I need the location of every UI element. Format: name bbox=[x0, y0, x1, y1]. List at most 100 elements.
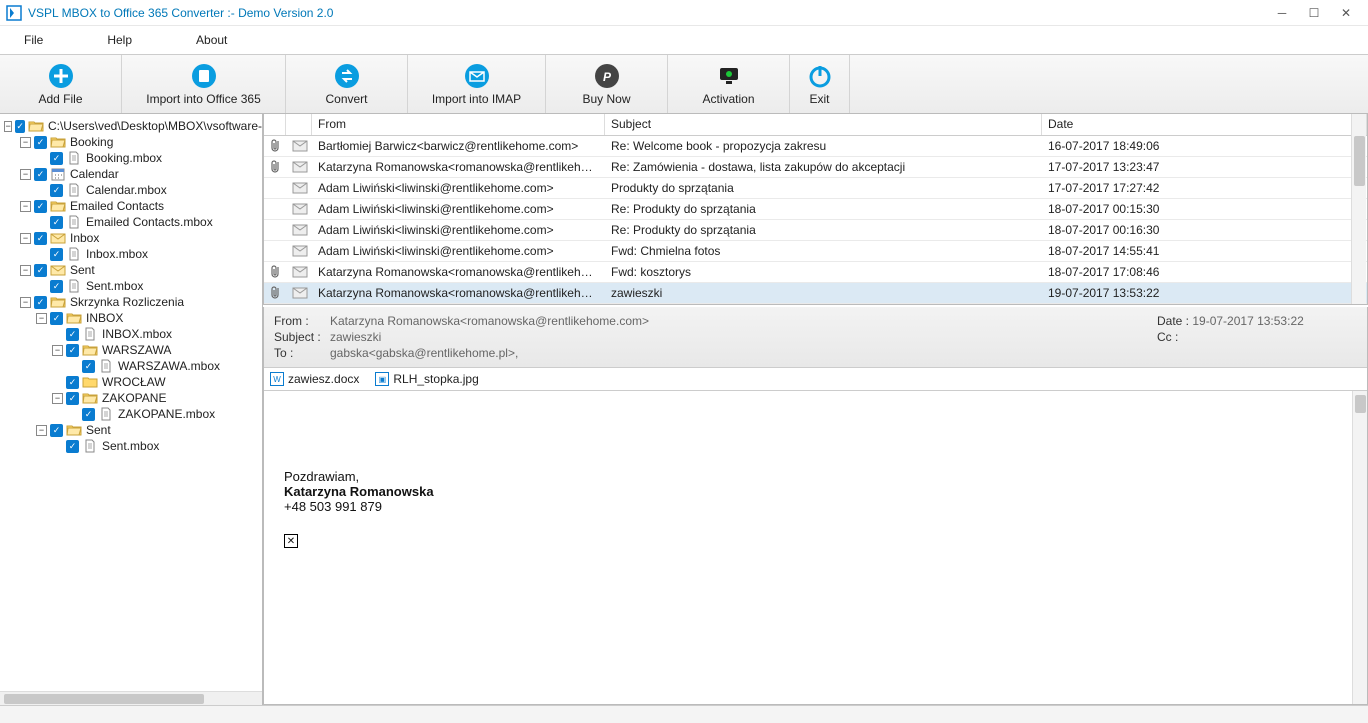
tree-checkbox[interactable] bbox=[66, 328, 79, 341]
tree-item[interactable]: −Sent bbox=[4, 262, 262, 278]
date-label: Date : bbox=[1157, 314, 1189, 328]
folder-tree[interactable]: −C:\Users\ved\Desktop\MBOX\vsoftware-−Bo… bbox=[0, 114, 262, 691]
menu-help[interactable]: Help bbox=[107, 33, 132, 47]
paypal-icon: P bbox=[593, 62, 621, 90]
tree-checkbox[interactable] bbox=[66, 344, 79, 357]
col-from[interactable]: From bbox=[312, 114, 605, 135]
tree-checkbox[interactable] bbox=[66, 376, 79, 389]
preview-v-scrollbar[interactable] bbox=[1352, 391, 1367, 704]
tree-checkbox[interactable] bbox=[82, 360, 95, 373]
tree-item[interactable]: Sent.mbox bbox=[4, 278, 262, 294]
tree-checkbox[interactable] bbox=[66, 440, 79, 453]
col-subject[interactable]: Subject bbox=[605, 114, 1042, 135]
tree-item[interactable]: −C:\Users\ved\Desktop\MBOX\vsoftware- bbox=[4, 118, 262, 134]
tree-checkbox[interactable] bbox=[50, 152, 63, 165]
message-row[interactable]: Katarzyna Romanowska<romanowska@rentlike… bbox=[264, 262, 1367, 283]
tree-toggle[interactable]: − bbox=[20, 265, 31, 276]
tree-item[interactable]: WROCŁAW bbox=[4, 374, 262, 390]
message-row[interactable]: Katarzyna Romanowska<romanowska@rentlike… bbox=[264, 157, 1367, 178]
cell-from: Adam Liwiński<liwinski@rentlikehome.com> bbox=[312, 221, 605, 239]
message-row[interactable]: Bartłomiej Barwicz<barwicz@rentlikehome.… bbox=[264, 136, 1367, 157]
statusbar bbox=[0, 705, 1368, 723]
tree-label: Skrzynka Rozliczenia bbox=[70, 295, 184, 309]
tree-checkbox[interactable] bbox=[34, 136, 47, 149]
tree-checkbox[interactable] bbox=[50, 312, 63, 325]
col-date[interactable]: Date bbox=[1042, 114, 1367, 135]
attachment-icon bbox=[264, 228, 286, 232]
tree-item[interactable]: − Skrzynka Rozliczenia bbox=[4, 294, 262, 310]
col-icon[interactable] bbox=[286, 114, 312, 135]
cell-subject: Re: Produkty do sprzątania bbox=[605, 221, 1042, 239]
tree-toggle[interactable]: − bbox=[20, 233, 31, 244]
tree-toggle[interactable]: − bbox=[4, 121, 12, 132]
message-row[interactable]: Adam Liwiński<liwinski@rentlikehome.com>… bbox=[264, 178, 1367, 199]
tree-toggle[interactable]: − bbox=[36, 313, 47, 324]
tree-toggle[interactable]: − bbox=[20, 137, 31, 148]
tree-h-scrollbar[interactable] bbox=[0, 691, 262, 705]
tree-checkbox[interactable] bbox=[34, 264, 47, 277]
import-o365-button[interactable]: Import into Office 365 bbox=[122, 55, 286, 113]
envelope-icon bbox=[286, 285, 312, 301]
tree-item[interactable]: −Sent bbox=[4, 422, 262, 438]
message-row[interactable]: Adam Liwiński<liwinski@rentlikehome.com>… bbox=[264, 220, 1367, 241]
import-imap-button[interactable]: Import into IMAP bbox=[408, 55, 546, 113]
tree-item[interactable]: −Emailed Contacts bbox=[4, 198, 262, 214]
tree-item[interactable]: Calendar.mbox bbox=[4, 182, 262, 198]
buy-now-button[interactable]: P Buy Now bbox=[546, 55, 668, 113]
menu-about[interactable]: About bbox=[196, 33, 227, 47]
tree-checkbox[interactable] bbox=[15, 120, 25, 133]
tree-item[interactable]: Booking.mbox bbox=[4, 150, 262, 166]
tree-checkbox[interactable] bbox=[34, 296, 47, 309]
tree-item[interactable]: −ZAKOPANE bbox=[4, 390, 262, 406]
tree-toggle[interactable]: − bbox=[20, 169, 31, 180]
attachment-item[interactable]: ▣RLH_stopka.jpg bbox=[375, 372, 478, 386]
message-row[interactable]: Adam Liwiński<liwinski@rentlikehome.com>… bbox=[264, 241, 1367, 262]
tree-toggle[interactable]: − bbox=[20, 201, 31, 212]
tree-item[interactable]: Sent.mbox bbox=[4, 438, 262, 454]
tree-checkbox[interactable] bbox=[50, 248, 63, 261]
attachment-item[interactable]: Wzawiesz.docx bbox=[270, 372, 359, 386]
tree-item[interactable]: ZAKOPANE.mbox bbox=[4, 406, 262, 422]
tree-checkbox[interactable] bbox=[50, 216, 63, 229]
tree-toggle[interactable]: − bbox=[52, 345, 63, 356]
menu-file[interactable]: File bbox=[24, 33, 43, 47]
cc-label: Cc : bbox=[1157, 330, 1178, 344]
tree-toggle[interactable]: − bbox=[20, 297, 31, 308]
message-row[interactable]: Adam Liwiński<liwinski@rentlikehome.com>… bbox=[264, 199, 1367, 220]
tree-item[interactable]: INBOX.mbox bbox=[4, 326, 262, 342]
tree-checkbox[interactable] bbox=[50, 280, 63, 293]
tree-checkbox[interactable] bbox=[34, 200, 47, 213]
tree-checkbox[interactable] bbox=[82, 408, 95, 421]
file-icon bbox=[82, 327, 98, 341]
tree-checkbox[interactable] bbox=[66, 392, 79, 405]
tree-checkbox[interactable] bbox=[50, 424, 63, 437]
minimize-button[interactable]: ─ bbox=[1266, 2, 1298, 24]
tree-item[interactable]: −INBOX bbox=[4, 310, 262, 326]
add-file-button[interactable]: Add File bbox=[0, 55, 122, 113]
tree-checkbox[interactable] bbox=[50, 184, 63, 197]
tree-item[interactable]: −Booking bbox=[4, 134, 262, 150]
tree-toggle[interactable]: − bbox=[36, 425, 47, 436]
tree-toggle[interactable]: − bbox=[52, 393, 63, 404]
tree-item[interactable]: −WARSZAWA bbox=[4, 342, 262, 358]
tree-item[interactable]: −Calendar bbox=[4, 166, 262, 182]
message-row[interactable]: Katarzyna Romanowska<romanowska@rentlike… bbox=[264, 283, 1367, 304]
calendar-icon bbox=[50, 167, 66, 181]
tree-item[interactable]: Inbox.mbox bbox=[4, 246, 262, 262]
tree-toggle bbox=[68, 409, 79, 420]
grid-v-scrollbar[interactable] bbox=[1351, 114, 1366, 304]
convert-button[interactable]: Convert bbox=[286, 55, 408, 113]
tree-checkbox[interactable] bbox=[34, 232, 47, 245]
folder-open-icon bbox=[82, 391, 98, 405]
tree-item[interactable]: WARSZAWA.mbox bbox=[4, 358, 262, 374]
exit-button[interactable]: Exit bbox=[790, 55, 850, 113]
close-button[interactable]: ✕ bbox=[1330, 2, 1362, 24]
tree-checkbox[interactable] bbox=[34, 168, 47, 181]
activation-button[interactable]: Activation bbox=[668, 55, 790, 113]
tree-label: Calendar.mbox bbox=[86, 183, 167, 197]
tree-item[interactable]: −Inbox bbox=[4, 230, 262, 246]
plus-icon bbox=[47, 62, 75, 90]
col-attach[interactable] bbox=[264, 114, 286, 135]
tree-item[interactable]: Emailed Contacts.mbox bbox=[4, 214, 262, 230]
maximize-button[interactable]: ☐ bbox=[1298, 2, 1330, 24]
